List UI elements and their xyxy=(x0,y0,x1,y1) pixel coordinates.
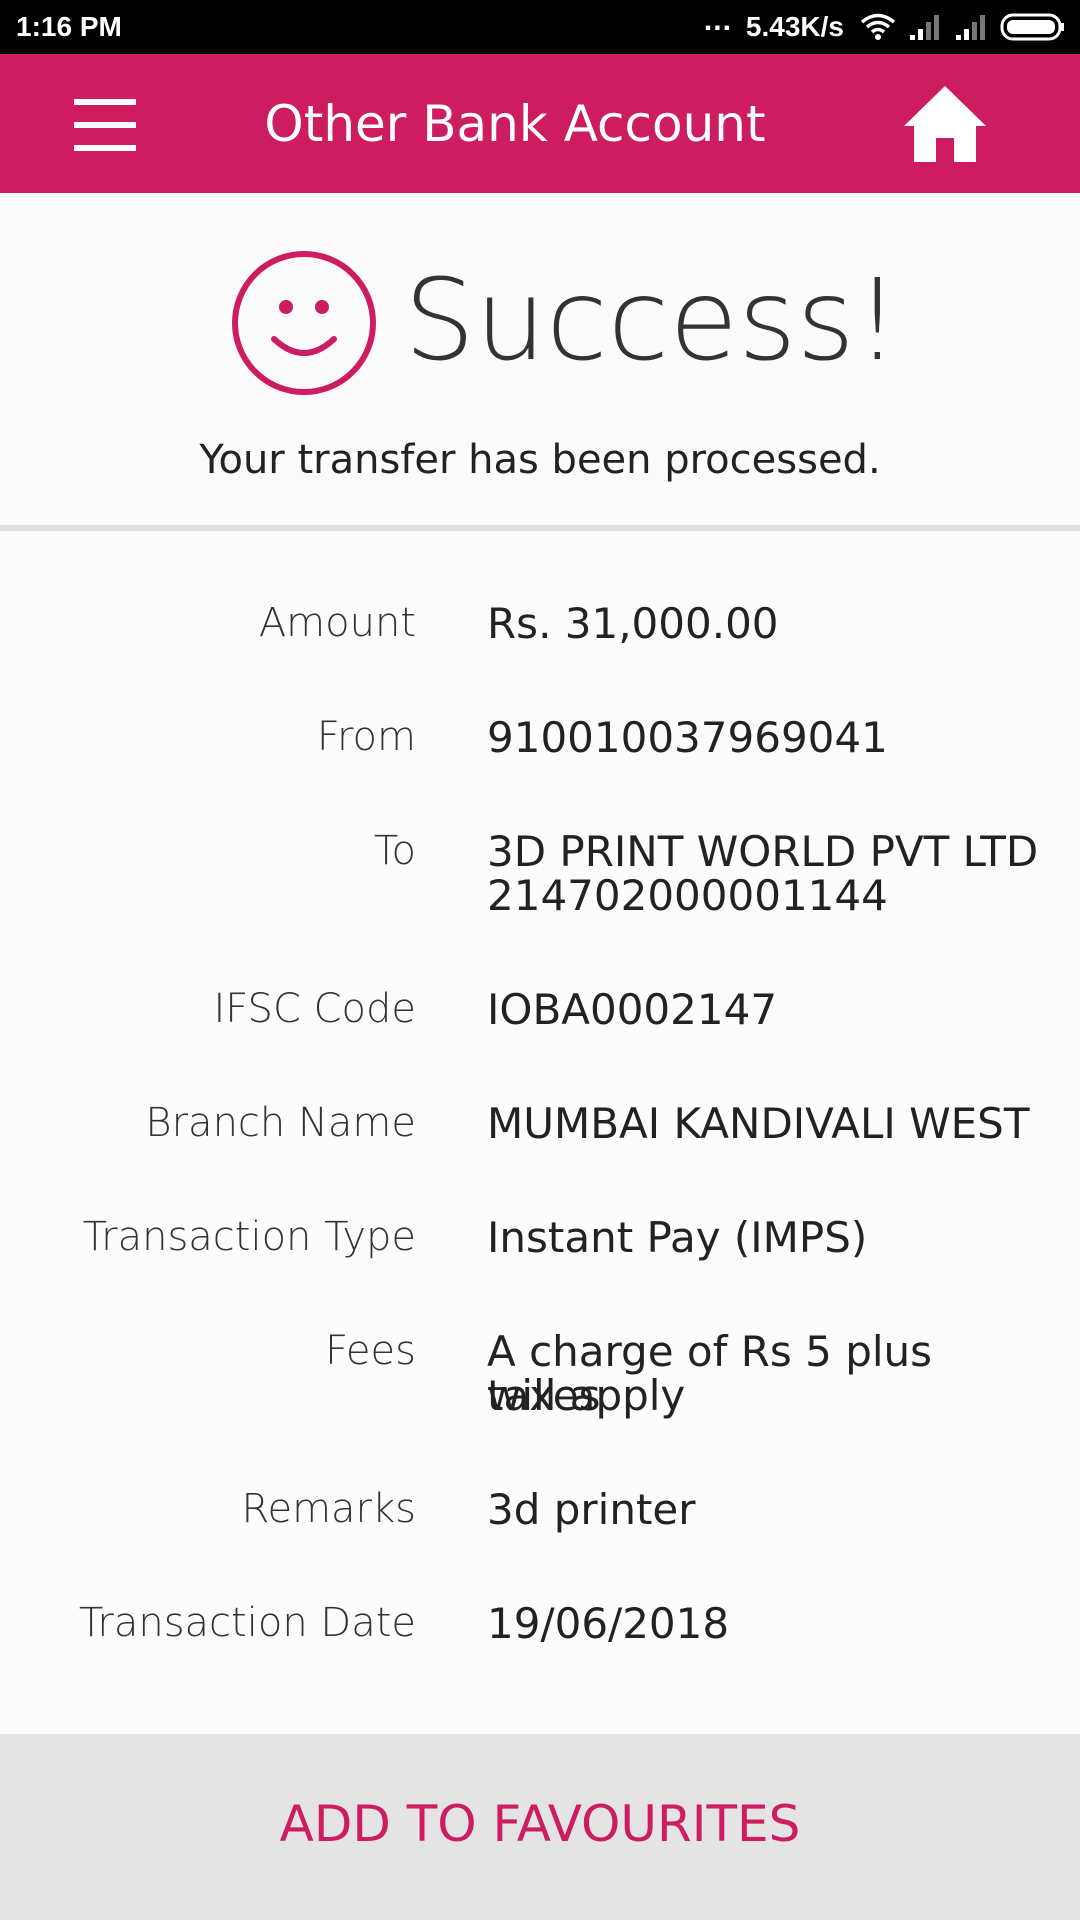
status-bar: 1:16 PM ... 5.43K/s xyxy=(0,0,1080,54)
page-title: Other Bank Account xyxy=(264,95,766,153)
wifi-icon xyxy=(860,13,896,40)
remarks-label: Remarks xyxy=(241,1486,416,1532)
from-label: From xyxy=(316,714,416,760)
smiley-icon xyxy=(232,251,376,395)
amount-value: Rs. 31,000.00 xyxy=(487,599,779,648)
status-time: 1:16 PM xyxy=(16,11,122,42)
transaction-type-value: Instant Pay (IMPS) xyxy=(487,1213,868,1262)
transaction-date-value: 19/06/2018 xyxy=(487,1599,730,1648)
signal-icon xyxy=(956,15,985,40)
success-message: Your transfer has been processed. xyxy=(199,437,881,483)
hamburger-menu-icon[interactable] xyxy=(74,99,138,151)
to-account-name-value: 3D PRINT WORLD PVT LTD xyxy=(487,827,1039,876)
ifsc-value: IOBA0002147 xyxy=(487,985,778,1034)
transaction-date-label: Transaction Date xyxy=(78,1600,416,1646)
battery-icon xyxy=(1000,13,1064,41)
app-header: Other Bank Account xyxy=(0,54,1080,193)
network-speed: 5.43K/s xyxy=(745,11,844,42)
fees-label: Fees xyxy=(325,1328,416,1374)
success-panel: Success! Your transfer has been processe… xyxy=(0,193,1080,525)
to-account-number-value: 214702000001144 xyxy=(487,871,888,920)
add-to-favourites-label: ADD TO FAVOURITES xyxy=(279,1795,801,1853)
status-indicators: ... 5.43K/s xyxy=(704,4,1066,46)
from-account-value: 910010037969041 xyxy=(487,713,888,762)
signal-icon xyxy=(910,15,939,40)
success-title: Success! xyxy=(404,256,900,386)
amount-label: Amount xyxy=(258,600,416,646)
home-icon[interactable] xyxy=(900,82,990,166)
transaction-type-label: Transaction Type xyxy=(82,1214,416,1260)
ifsc-label: IFSC Code xyxy=(213,986,416,1032)
status-dots: ... xyxy=(703,4,732,37)
add-to-favourites-button[interactable]: ADD TO FAVOURITES xyxy=(0,1734,1080,1920)
branch-name-label: Branch Name xyxy=(145,1100,416,1146)
fees-value-line2: will apply xyxy=(487,1371,686,1420)
to-label: To xyxy=(373,828,416,874)
remarks-value: 3d printer xyxy=(487,1485,696,1534)
branch-name-value: MUMBAI KANDIVALI WEST xyxy=(487,1099,1030,1148)
transfer-details: Amount Rs. 31,000.00 From 91001003796904… xyxy=(0,531,1080,1734)
